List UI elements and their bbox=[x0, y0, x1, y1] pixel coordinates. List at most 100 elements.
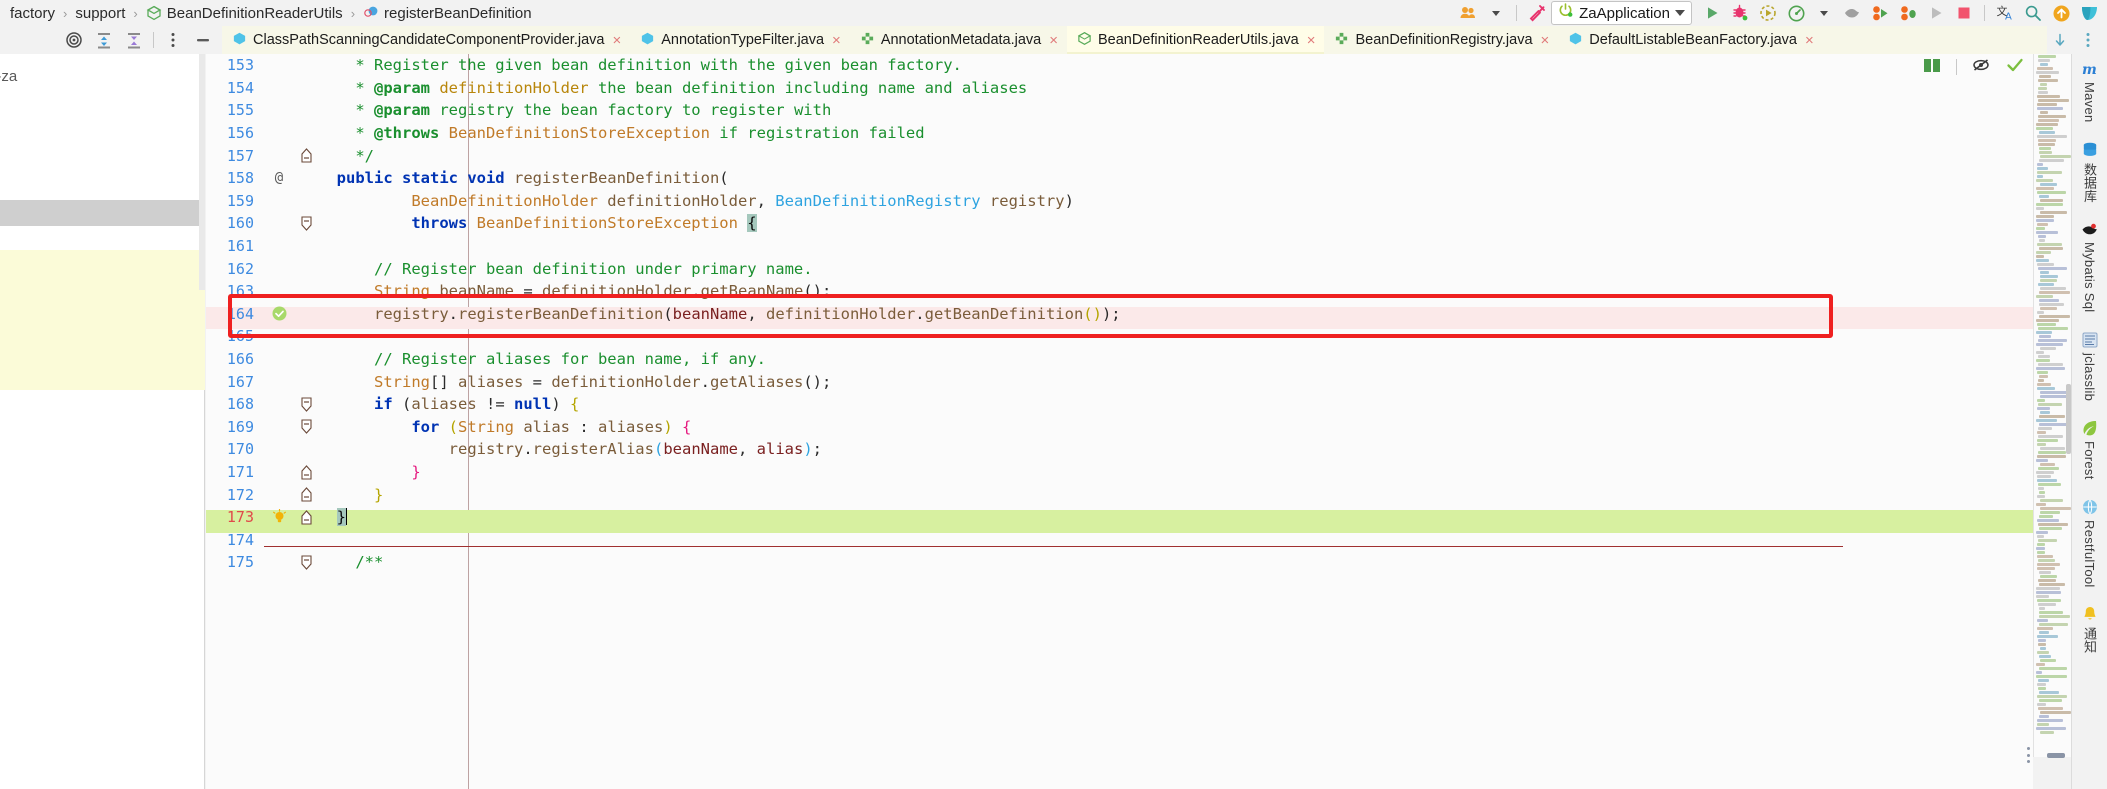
code-line[interactable]: 155 * @param registry the bean factory t… bbox=[206, 99, 2033, 122]
code-line[interactable]: 167 String[] aliases = definitionHolder.… bbox=[206, 370, 2033, 393]
send-icon[interactable] bbox=[2075, 0, 2103, 26]
book-icon[interactable] bbox=[1922, 56, 1942, 79]
minus-icon[interactable] bbox=[188, 26, 218, 54]
chevron-down-icon[interactable] bbox=[1810, 0, 1838, 26]
gutter-mark[interactable] bbox=[264, 509, 294, 525]
code-line[interactable]: 169 for (String alias : aliases) { bbox=[206, 416, 2033, 439]
profiler-button[interactable] bbox=[1782, 0, 1810, 26]
more-vertical-icon[interactable] bbox=[2075, 26, 2101, 54]
expand-all-icon[interactable] bbox=[89, 26, 119, 54]
close-icon[interactable]: × bbox=[832, 33, 841, 48]
code-line[interactable]: 168 if (aliases != null) { bbox=[206, 393, 2033, 416]
code-lines[interactable]: 153 * Register the given bean definition… bbox=[206, 54, 2033, 789]
line-number: 174 bbox=[226, 530, 254, 549]
line-number: 165 bbox=[226, 327, 254, 346]
code-line[interactable]: 174 bbox=[206, 529, 2033, 552]
editor-tab[interactable]: BeanDefinitionRegistry.java × bbox=[1324, 26, 1558, 54]
minimap-line bbox=[2038, 355, 2050, 358]
stop-square-icon[interactable] bbox=[1950, 0, 1978, 26]
debug-button[interactable] bbox=[1726, 0, 1754, 26]
code-line[interactable]: 159 BeanDefinitionHolder definitionHolde… bbox=[206, 190, 2033, 213]
fold-marker[interactable] bbox=[294, 397, 318, 412]
code-line[interactable]: 166 // Register aliases for bean name, i… bbox=[206, 348, 2033, 371]
sidebar-item-mybatis-sql[interactable]: Mybatis Sql bbox=[2081, 220, 2099, 313]
target-icon[interactable] bbox=[59, 26, 89, 54]
breadcrumb-item-class[interactable]: BeanDefinitionReaderUtils bbox=[142, 5, 347, 22]
bird-icon[interactable] bbox=[1838, 0, 1866, 26]
chevron-down-icon[interactable] bbox=[1482, 0, 1510, 26]
resize-handle-icon[interactable] bbox=[2047, 752, 2065, 758]
code-line[interactable]: 154 * @param definitionHolder the bean d… bbox=[206, 77, 2033, 100]
sidebar-item-maven[interactable]: m Maven bbox=[2081, 60, 2099, 123]
more-vertical-icon[interactable] bbox=[2027, 747, 2031, 763]
chevron-down-icon[interactable] bbox=[1675, 10, 1685, 16]
sidebar-item-restfultool[interactable]: RestfulTool bbox=[2081, 498, 2099, 587]
fold-marker[interactable] bbox=[294, 487, 318, 502]
code-line[interactable]: 158 @ public static void registerBeanDefi… bbox=[206, 167, 2033, 190]
run-configuration-selector[interactable]: ZaApplication bbox=[1551, 1, 1692, 25]
fold-marker[interactable] bbox=[294, 216, 318, 231]
sidebar-item-forest[interactable]: Forest bbox=[2081, 419, 2099, 480]
collapse-all-icon[interactable] bbox=[119, 26, 149, 54]
breadcrumb-item-factory[interactable]: factory bbox=[6, 5, 59, 22]
editor-tab[interactable]: AnnotationMetadata.java × bbox=[850, 26, 1067, 54]
minimap-line bbox=[2038, 427, 2052, 430]
search-icon[interactable] bbox=[2019, 0, 2047, 26]
fold-marker[interactable] bbox=[294, 148, 318, 163]
close-icon[interactable]: × bbox=[1541, 33, 1550, 48]
minimap-line bbox=[2038, 379, 2044, 382]
close-icon[interactable]: × bbox=[1805, 33, 1814, 48]
fold-marker[interactable] bbox=[294, 555, 318, 570]
code-line[interactable]: 157 */ bbox=[206, 144, 2033, 167]
code-line[interactable]: 160 throws BeanDefinitionStoreException … bbox=[206, 212, 2033, 235]
editor-tab-active[interactable]: BeanDefinitionReaderUtils.java × bbox=[1067, 26, 1325, 54]
run-button[interactable] bbox=[1698, 0, 1726, 26]
code-line[interactable]: 165 bbox=[206, 325, 2033, 348]
code-line[interactable]: 175 /** bbox=[206, 551, 2033, 574]
minimap-line bbox=[2036, 231, 2058, 234]
close-icon[interactable]: × bbox=[1307, 33, 1316, 48]
project-selected-row[interactable] bbox=[0, 200, 205, 226]
sidebar-item-database[interactable]: 数据库 bbox=[2080, 141, 2099, 202]
code-line[interactable]: 163 String beanName = definitionHolder.g… bbox=[206, 280, 2033, 303]
sidebar-item-notifications[interactable]: 通知 bbox=[2080, 605, 2099, 654]
arrow-down-icon[interactable] bbox=[2047, 26, 2073, 54]
project-panel[interactable]: g-za bbox=[0, 54, 205, 789]
more-vertical-icon[interactable] bbox=[158, 26, 188, 54]
check-icon[interactable] bbox=[2005, 56, 2025, 79]
hammer-icon[interactable] bbox=[1523, 0, 1551, 26]
fold-marker[interactable] bbox=[294, 464, 318, 480]
fold-marker[interactable] bbox=[294, 509, 318, 525]
editor-tab[interactable]: AnnotationTypeFilter.java × bbox=[630, 26, 850, 54]
code-line[interactable]: 156 * @throws BeanDefinitionStoreExcepti… bbox=[206, 122, 2033, 145]
code-line[interactable]: 162 // Register bean definition under pr… bbox=[206, 257, 2033, 280]
arrow-up-circle-icon[interactable] bbox=[2047, 0, 2075, 26]
code-line[interactable]: 172 } bbox=[206, 483, 2033, 506]
code-line[interactable]: 170 registry.registerAlias(beanName, ali… bbox=[206, 438, 2033, 461]
code-line[interactable]: 164 registry.registerBeanDefinition(bean… bbox=[206, 303, 2033, 326]
eye-off-icon[interactable] bbox=[1971, 56, 1991, 79]
breadcrumb-item-support[interactable]: support bbox=[71, 5, 129, 22]
fold-marker[interactable] bbox=[294, 419, 318, 435]
code-minimap[interactable] bbox=[2033, 54, 2071, 757]
breadcrumb-item-method[interactable]: registerBeanDefinition bbox=[359, 5, 536, 22]
debug-multi-icon[interactable] bbox=[1894, 0, 1922, 26]
users-icon[interactable] bbox=[1454, 0, 1482, 26]
translate-icon[interactable]: 文A bbox=[1991, 0, 2019, 26]
code-editor[interactable]: 153 * Register the given bean definition… bbox=[206, 54, 2033, 789]
code-line[interactable]: 153 * Register the given bean definition… bbox=[206, 54, 2033, 77]
code-line[interactable]: 171 } bbox=[206, 461, 2033, 484]
code-line[interactable]: 173 } bbox=[206, 506, 2033, 529]
editor-tab[interactable]: ClassPathScanningCandidateComponentProvi… bbox=[222, 26, 630, 54]
sidebar-item-jclasslib[interactable]: jclasslib bbox=[2081, 331, 2099, 401]
minimap-line bbox=[2038, 483, 2061, 486]
project-scrollbar[interactable] bbox=[199, 54, 205, 290]
close-icon[interactable]: × bbox=[612, 33, 621, 48]
run-with-coverage-button[interactable] bbox=[1754, 0, 1782, 26]
gutter-mark[interactable] bbox=[264, 306, 294, 321]
run-multi-icon[interactable] bbox=[1866, 0, 1894, 26]
editor-tab[interactable]: DefaultListableBeanFactory.java × bbox=[1558, 26, 1822, 54]
gutter-mark[interactable]: @ bbox=[264, 170, 294, 186]
code-line[interactable]: 161 bbox=[206, 235, 2033, 258]
close-icon[interactable]: × bbox=[1049, 33, 1058, 48]
